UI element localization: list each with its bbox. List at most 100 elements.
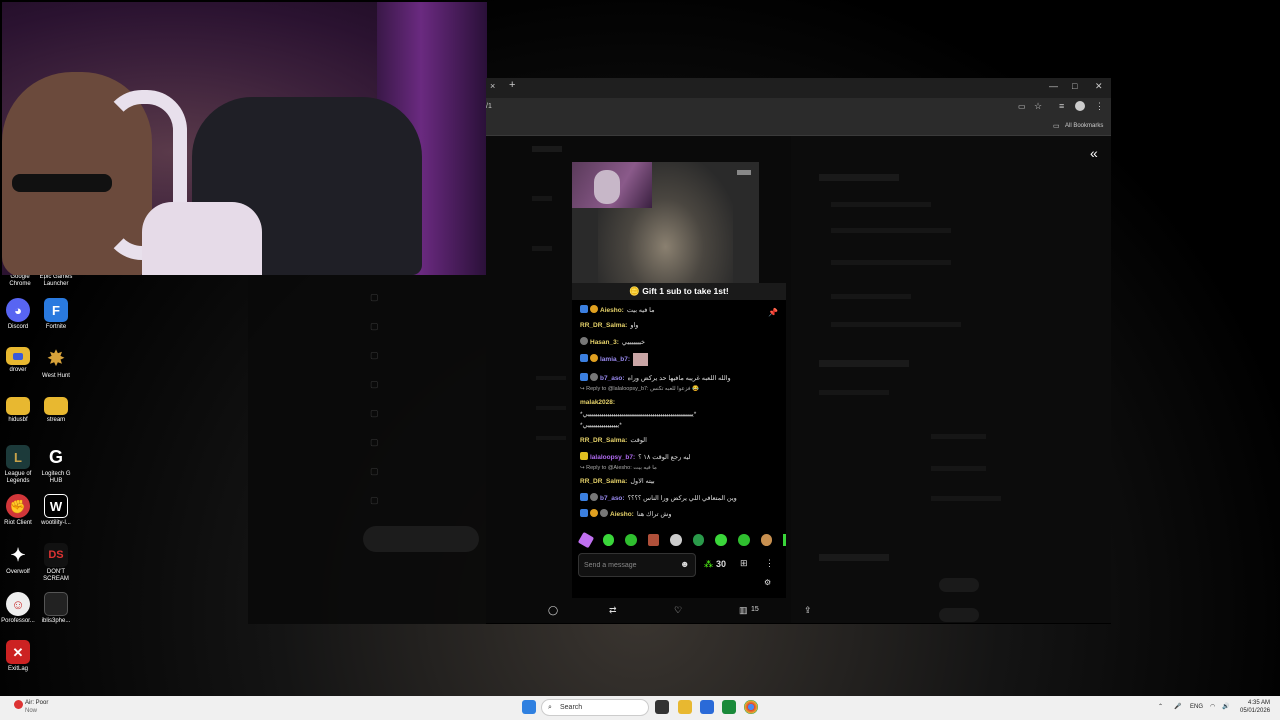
desktop-icon-league-of-legends[interactable]: L League of Legends bbox=[0, 445, 38, 485]
xbox-icon[interactable] bbox=[722, 700, 736, 714]
chat-username[interactable]: RR_DR_Salma: bbox=[580, 437, 627, 444]
video-badge bbox=[737, 170, 751, 175]
emote-monkey-icon[interactable] bbox=[760, 534, 773, 546]
url-fragment[interactable]: /1 bbox=[486, 103, 492, 110]
emote-green-face-icon[interactable] bbox=[625, 534, 637, 546]
more-options-icon[interactable]: ⋮ bbox=[765, 558, 774, 569]
desktop-icon-logitech-g-hub[interactable]: G Logitech G HUB bbox=[36, 445, 76, 485]
chat-username[interactable]: Aiesho: bbox=[600, 307, 624, 314]
desktop-icon-riot-client[interactable]: ✊ Riot Client bbox=[0, 494, 38, 527]
emote-partial-icon[interactable] bbox=[783, 534, 786, 546]
desktop-icon-label: DON'T SCREAM bbox=[43, 569, 69, 582]
fortnite-icon: F bbox=[44, 298, 68, 322]
sunglasses-shape bbox=[12, 174, 112, 192]
chat-message: lamia_b7: bbox=[580, 353, 778, 367]
window-close-icon[interactable]: ✕ bbox=[1095, 81, 1103, 92]
gift-icon[interactable]: ⊞ bbox=[740, 558, 748, 569]
emote-green-face-icon[interactable] bbox=[737, 534, 750, 546]
desktop-icon-iblis[interactable]: iblis3phe... bbox=[36, 592, 76, 625]
profile-icon[interactable] bbox=[1075, 101, 1085, 111]
task-view-icon[interactable] bbox=[655, 700, 669, 714]
chat-username[interactable]: malak2028: bbox=[580, 399, 615, 406]
exitlag-icon: ✕ bbox=[6, 640, 30, 664]
desktop-icon-porofessor[interactable]: ☺ Porofessor... bbox=[0, 592, 38, 625]
folder-icon bbox=[44, 397, 68, 415]
minimize-icon[interactable]: — bbox=[1049, 81, 1058, 91]
gift-sub-banner[interactable]: 🪙 Gift 1 sub to take 1st! bbox=[572, 283, 786, 300]
chat-username[interactable]: lalaloopsy_b7: bbox=[590, 454, 635, 461]
gold-badge-icon bbox=[590, 305, 598, 313]
all-bookmarks-link[interactable]: All Bookmarks bbox=[1065, 123, 1103, 129]
emote-green-face-icon[interactable] bbox=[715, 534, 727, 546]
menu-kebab-icon[interactable]: ⋮ bbox=[1095, 101, 1104, 112]
star-icon[interactable]: ☆ bbox=[1034, 101, 1042, 112]
desktop-icon-wootility[interactable]: W wootility-l... bbox=[36, 494, 76, 527]
chat-username[interactable]: RR_DR_Salma: bbox=[580, 478, 627, 485]
chat-message: RR_DR_Salma: واو bbox=[580, 321, 778, 330]
emote-box-icon[interactable] bbox=[647, 534, 660, 546]
weather-alert-icon[interactable] bbox=[14, 700, 23, 709]
windows-start-icon[interactable] bbox=[522, 700, 536, 714]
desktop-icon-overwolf[interactable]: ✦ Overwolf bbox=[0, 543, 38, 576]
wifi-icon[interactable]: ◠ bbox=[1210, 703, 1215, 710]
dont-scream-icon: DS bbox=[44, 543, 68, 567]
extensions-icon[interactable]: ≡ bbox=[1059, 101, 1064, 111]
cast-icon[interactable]: ▭ bbox=[1018, 102, 1026, 111]
chrome-icon[interactable] bbox=[744, 700, 758, 714]
desktop-icon-fortnite[interactable]: F Fortnite bbox=[36, 298, 76, 331]
logitech-g-icon: G bbox=[48, 446, 63, 467]
maximize-icon[interactable]: □ bbox=[1072, 81, 1077, 91]
desktop-icon-discord[interactable]: ◕ Discord bbox=[0, 298, 38, 331]
emote-feather-icon[interactable] bbox=[577, 531, 594, 549]
send-message-input[interactable] bbox=[578, 553, 696, 577]
chat-username[interactable]: Aiesho: bbox=[610, 511, 634, 518]
emote-globe-icon[interactable] bbox=[670, 534, 682, 546]
emoji-icon[interactable]: ☻ bbox=[680, 559, 689, 569]
reply-icon[interactable]: ◯ bbox=[548, 605, 558, 616]
nav-item-dimmed: ▢ bbox=[370, 408, 379, 418]
like-icon[interactable]: ♡ bbox=[674, 605, 682, 616]
new-tab-button[interactable]: + bbox=[509, 79, 515, 91]
microphone-icon[interactable]: 🎤 bbox=[1174, 703, 1181, 710]
gold-badge-icon bbox=[590, 354, 598, 363]
chat-username[interactable]: b7_aso: bbox=[600, 495, 625, 502]
views-icon[interactable]: ▥ bbox=[739, 605, 748, 616]
collapse-chat-icon[interactable]: « bbox=[1090, 145, 1098, 161]
desktop-icon-stream[interactable]: stream bbox=[36, 397, 76, 424]
chat-username[interactable]: RR_DR_Salma: bbox=[580, 322, 627, 329]
tray-chevron-icon[interactable]: ⌃ bbox=[1158, 703, 1163, 710]
file-explorer-icon[interactable] bbox=[678, 700, 692, 714]
desktop-icon-exitlag[interactable]: ✕ ExitLag bbox=[0, 640, 38, 673]
emote-green-face-icon[interactable] bbox=[602, 534, 615, 546]
league-of-legends-icon: L bbox=[6, 445, 30, 469]
stream-video[interactable] bbox=[572, 162, 759, 283]
coin-count: 30 bbox=[716, 559, 727, 569]
desktop-icon-label: drover bbox=[9, 367, 27, 373]
weather-title[interactable]: Air: Poor bbox=[25, 700, 48, 706]
desktop-icon-west-hunt[interactable]: ✸ West Hunt bbox=[36, 347, 76, 380]
settings-gear-icon[interactable]: ⚙ bbox=[764, 578, 771, 587]
volume-icon[interactable]: 🔊 bbox=[1222, 703, 1229, 710]
sheriff-star-icon: ✸ bbox=[47, 347, 65, 370]
taskbar-search[interactable]: ⌕ Search bbox=[541, 699, 649, 716]
clock-date[interactable]: 05/01/2026 bbox=[1240, 708, 1270, 714]
desktop-icon-drover[interactable]: drover bbox=[0, 347, 38, 374]
repost-icon[interactable]: ⇄ bbox=[609, 605, 617, 616]
chat-username[interactable]: b7_aso: bbox=[600, 375, 625, 382]
verified-badge-icon bbox=[580, 354, 588, 363]
kick-coins-icon[interactable]: ⁂ bbox=[704, 559, 713, 570]
chat-username[interactable]: lamia_b7: bbox=[600, 356, 630, 363]
desktop-icon-dont-scream[interactable]: DS DON'T SCREAM bbox=[36, 543, 76, 583]
chat-spam-line: *ييييييييييييييييييييييييييييييييييييييي… bbox=[580, 411, 697, 418]
chat-message: b7_aso: والله اللعبه غريبه مافيها حد يركض… bbox=[580, 373, 778, 383]
outlook-icon[interactable] bbox=[700, 700, 714, 714]
emote-green-face-icon[interactable] bbox=[692, 534, 705, 546]
nav-item-dimmed: ▢ bbox=[370, 321, 379, 331]
close-tab-button[interactable]: × bbox=[490, 81, 495, 91]
share-icon[interactable]: ⇪ bbox=[804, 605, 812, 616]
language-indicator[interactable]: ENG bbox=[1190, 704, 1203, 710]
chat-username[interactable]: Hasan_3: bbox=[590, 339, 619, 346]
desktop-icon-hidusbf[interactable]: hidusbf bbox=[0, 397, 38, 424]
clock-time[interactable]: 4:35 AM bbox=[1248, 700, 1270, 706]
desktop-icon-label: ExitLag bbox=[7, 666, 28, 672]
